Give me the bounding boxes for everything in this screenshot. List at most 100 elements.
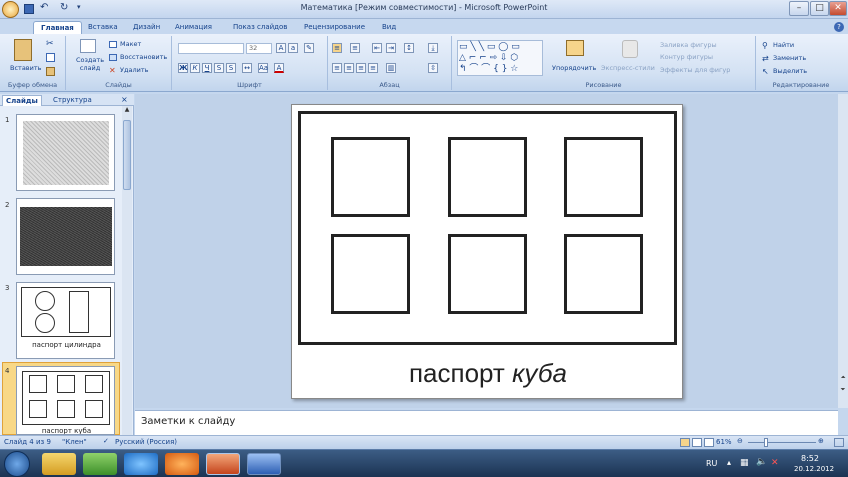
delete-slide-button[interactable]: Удалить xyxy=(120,66,148,74)
justify-icon[interactable]: ≡ xyxy=(368,63,378,73)
binoculars-icon[interactable]: ⚲ xyxy=(762,41,768,50)
shapes-gallery[interactable]: ▭ ╲ ╲ ▭ ◯ ▭ △ ⌐ ⌐ ⇨ ⇩ ⬡ ↰ ⌒ ⌒ { } ☆ xyxy=(457,40,543,76)
fit-window-icon[interactable] xyxy=(834,438,844,447)
keyboard-language[interactable]: RU xyxy=(706,459,717,468)
normal-view-icon[interactable] xyxy=(680,438,690,447)
bullets-icon[interactable]: ≡ xyxy=(332,43,342,53)
select-icon[interactable]: ↖ xyxy=(762,67,769,76)
line-spacing-icon[interactable]: ↕ xyxy=(404,43,414,53)
quick-styles-icon[interactable] xyxy=(622,40,638,58)
close-panel-icon[interactable]: × xyxy=(121,95,128,104)
font-name-combo[interactable] xyxy=(178,43,244,54)
zoom-level[interactable]: 61% xyxy=(716,438,732,446)
slideshow-view-icon[interactable] xyxy=(704,438,714,447)
zoom-slider[interactable] xyxy=(748,442,816,443)
powerpoint-taskbar-icon[interactable] xyxy=(206,453,240,475)
replace-button[interactable]: Заменить xyxy=(773,54,806,62)
copy-icon[interactable] xyxy=(46,53,55,62)
close-button[interactable]: ✕ xyxy=(829,1,847,16)
replace-icon[interactable]: ⇄ xyxy=(762,54,769,63)
paste-icon[interactable] xyxy=(14,39,32,61)
start-button[interactable] xyxy=(4,451,30,477)
numbering-icon[interactable]: ≡ xyxy=(350,43,360,53)
tab-outline-panel[interactable]: Структура xyxy=(50,95,95,106)
layout-button[interactable]: Макет xyxy=(120,40,141,48)
format-painter-icon[interactable] xyxy=(46,67,55,76)
slide-thumbnail-3[interactable]: паспорт цилиндра xyxy=(16,282,115,359)
align-left-icon[interactable]: ≡ xyxy=(332,63,342,73)
font-color-icon[interactable]: A xyxy=(274,63,284,73)
paint-icon[interactable] xyxy=(83,453,117,475)
italic-icon[interactable]: К xyxy=(190,63,200,73)
select-button[interactable]: Выделить xyxy=(773,67,807,75)
delete-slide-icon[interactable]: ✕ xyxy=(109,66,116,75)
network-icon[interactable]: ▦ xyxy=(740,458,749,468)
cube-face-5[interactable] xyxy=(448,234,527,314)
tab-slideshow[interactable]: Показ слайдов xyxy=(226,21,294,34)
slides-panel-scrollbar[interactable]: ▲ xyxy=(122,106,132,435)
align-center-icon[interactable]: ≡ xyxy=(344,63,354,73)
decrease-indent-icon[interactable]: ⇤ xyxy=(372,43,382,53)
grow-font-icon[interactable]: A xyxy=(276,43,286,53)
zoom-in-icon[interactable]: ⊕ xyxy=(818,437,824,445)
scroll-thumb[interactable] xyxy=(123,120,131,190)
shrink-font-icon[interactable]: a xyxy=(288,43,298,53)
cube-face-4[interactable] xyxy=(331,234,410,314)
tray-arrow-icon[interactable]: ▴ xyxy=(727,458,731,467)
zoom-slider-thumb[interactable] xyxy=(764,438,768,447)
underline-icon[interactable]: Ч xyxy=(202,63,212,73)
shadow-icon[interactable]: S xyxy=(226,63,236,73)
explorer-icon[interactable] xyxy=(42,453,76,475)
slide-caption[interactable]: паспорт куба xyxy=(292,358,684,389)
clear-format-icon[interactable]: ✎ xyxy=(304,43,314,53)
tab-design[interactable]: Дизайн xyxy=(126,21,167,34)
slide-thumbnail-4[interactable]: паспорт куба xyxy=(16,366,115,435)
spellcheck-icon[interactable]: ✓ xyxy=(103,437,109,445)
cut-icon[interactable]: ✂ xyxy=(46,39,54,49)
reset-button[interactable]: Восстановить xyxy=(120,53,167,61)
tab-home[interactable]: Главная xyxy=(33,21,82,34)
tab-review[interactable]: Рецензирование xyxy=(297,21,372,34)
current-slide[interactable]: паспорт куба xyxy=(291,104,683,399)
ie-icon[interactable] xyxy=(124,453,158,475)
language-indicator[interactable]: Русский (Россия) xyxy=(115,438,177,446)
notes-pane[interactable]: Заметки к слайду xyxy=(135,410,838,435)
strikethrough-icon[interactable]: S xyxy=(214,63,224,73)
bold-icon[interactable]: Ж xyxy=(178,63,188,73)
clock-time[interactable]: 8:52 xyxy=(801,454,819,463)
cube-face-6[interactable] xyxy=(564,234,643,314)
layout-icon[interactable] xyxy=(109,41,117,48)
editor-scrollbar[interactable]: ⏶ ⏷ xyxy=(838,94,848,408)
media-player-icon[interactable] xyxy=(165,453,199,475)
clock-date[interactable]: 20.12.2012 xyxy=(794,465,834,473)
cube-face-3[interactable] xyxy=(564,137,643,217)
font-size-combo[interactable]: 32 xyxy=(246,43,272,54)
zoom-out-icon[interactable]: ⊖ xyxy=(737,437,743,445)
help-icon[interactable]: ? xyxy=(834,22,844,32)
tab-view[interactable]: Вид xyxy=(375,21,403,34)
shape-outline-button[interactable]: Контур фигуры xyxy=(660,53,713,61)
word-taskbar-icon[interactable] xyxy=(247,453,281,475)
arrange-icon[interactable] xyxy=(566,40,584,56)
align-right-icon[interactable]: ≡ xyxy=(356,63,366,73)
tab-insert[interactable]: Вставка xyxy=(81,21,125,34)
new-slide-button[interactable]: Создать слайд xyxy=(74,56,106,72)
next-slide-icon[interactable]: ⏷ xyxy=(838,386,848,394)
tab-slides-panel[interactable]: Слайды xyxy=(2,95,42,106)
spacing-icon[interactable]: ↔ xyxy=(242,63,252,73)
arrange-button[interactable]: Упорядочить xyxy=(552,64,596,72)
reset-icon[interactable] xyxy=(109,54,117,61)
sorter-view-icon[interactable] xyxy=(692,438,702,447)
align-text-icon[interactable]: ⇳ xyxy=(428,63,438,73)
minimize-button[interactable]: – xyxy=(789,1,809,16)
case-icon[interactable]: Aa xyxy=(258,63,268,73)
increase-indent-icon[interactable]: ⇥ xyxy=(386,43,396,53)
shape-fill-button[interactable]: Заливка фигуры xyxy=(660,41,717,49)
tab-animation[interactable]: Анимация xyxy=(168,21,219,34)
maximize-button[interactable]: □ xyxy=(810,1,829,16)
quick-styles-button[interactable]: Экспресс-стили xyxy=(601,64,655,72)
scroll-up-icon[interactable]: ▲ xyxy=(122,106,132,116)
paste-button[interactable]: Вставить xyxy=(10,64,41,72)
slide-thumbnail-1[interactable] xyxy=(16,114,115,191)
new-slide-icon[interactable] xyxy=(80,39,96,53)
